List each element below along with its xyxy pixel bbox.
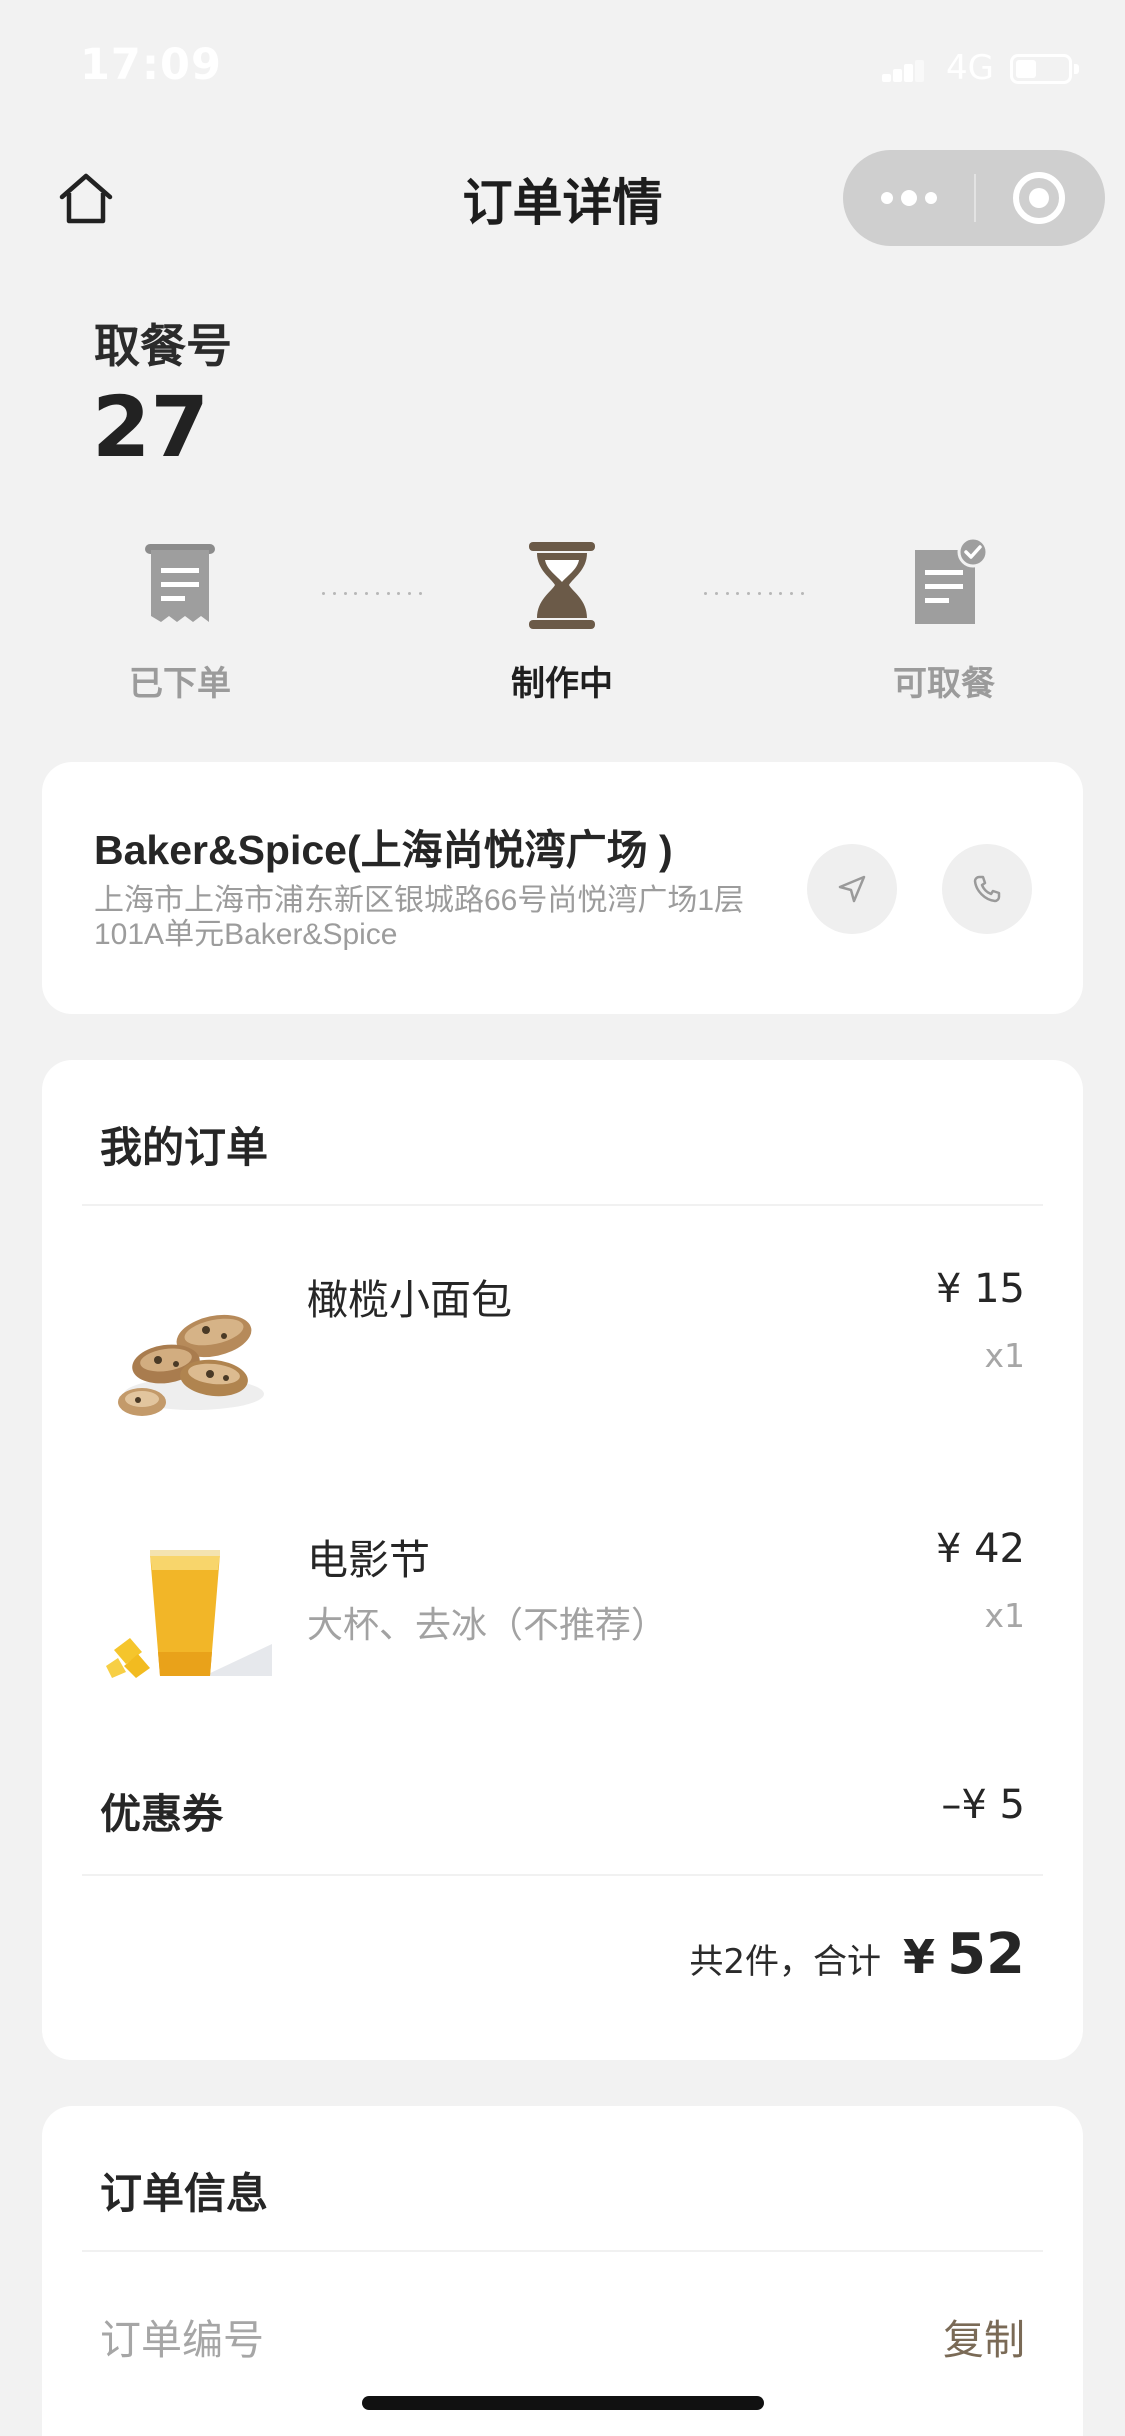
progress-dots bbox=[322, 592, 422, 596]
network-label: 4G bbox=[946, 48, 994, 88]
progress-dots bbox=[704, 592, 804, 596]
item-price: ¥ 15 bbox=[935, 1266, 1025, 1312]
coupon-label: 优惠券 bbox=[100, 1790, 223, 1838]
order-item: 电影节 大杯、去冰（不推荐） ¥ 42 x1 bbox=[42, 1526, 1083, 1726]
step-label-ready: 可取餐 bbox=[893, 664, 995, 704]
store-name: Baker&Spice(上海尚悦湾广场 ) bbox=[94, 827, 673, 873]
order-info-card: 订单信息 订单编号 复制 bbox=[42, 2106, 1083, 2436]
signal-icon bbox=[882, 60, 924, 82]
navigation-bar: 订单详情 bbox=[0, 135, 1125, 265]
coupon-value: –¥ 5 bbox=[941, 1782, 1025, 1828]
item-price: ¥ 42 bbox=[935, 1526, 1025, 1572]
olive-bread-image bbox=[94, 1266, 274, 1436]
order-item: 橄榄小面包 ¥ 15 x1 bbox=[42, 1266, 1083, 1466]
divider bbox=[82, 2250, 1043, 2252]
total-amount: 52 bbox=[947, 1922, 1025, 1987]
step-preparing: 制作中 bbox=[442, 530, 682, 705]
document-check-icon bbox=[889, 530, 999, 640]
phone-icon bbox=[973, 875, 1001, 903]
pickup-label: 取餐号 bbox=[94, 319, 232, 373]
order-number-label: 订单编号 bbox=[100, 2316, 264, 2364]
menu-capsule bbox=[843, 150, 1105, 246]
status-time: 17:09 bbox=[80, 40, 222, 90]
item-name: 电影节 bbox=[307, 1536, 430, 1584]
store-card: Baker&Spice(上海尚悦湾广场 ) 上海市上海市浦东新区银城路66号尚悦… bbox=[42, 762, 1083, 1014]
step-label-preparing: 制作中 bbox=[511, 664, 613, 704]
item-spec: 大杯、去冰（不推荐） bbox=[307, 1605, 668, 1646]
order-card: 我的订单 橄榄小面包 ¥ 15 x1 电影节 大杯、去冰（不推荐） ¥ 42 x… bbox=[42, 1060, 1083, 2060]
divider bbox=[82, 1874, 1043, 1876]
total-label: 共2件，合计 bbox=[689, 1942, 882, 1982]
home-indicator[interactable] bbox=[362, 2396, 764, 2410]
item-name: 橄榄小面包 bbox=[307, 1276, 512, 1324]
order-info-title: 订单信息 bbox=[100, 2169, 269, 2218]
copy-button[interactable]: 复制 bbox=[943, 2306, 1025, 2366]
call-button[interactable] bbox=[942, 844, 1032, 934]
total-currency: ¥ bbox=[903, 1930, 936, 1984]
store-address: 上海市上海市浦东新区银城路66号尚悦湾广场1层101A单元Baker&Spice bbox=[94, 884, 745, 951]
status-bar: 17:09 4G bbox=[0, 0, 1125, 135]
item-quantity: x1 bbox=[984, 1596, 1025, 1635]
hourglass-icon bbox=[507, 530, 617, 640]
step-label-ordered: 已下单 bbox=[129, 664, 231, 704]
receipt-icon bbox=[125, 530, 235, 640]
step-ordered: 已下单 bbox=[60, 530, 300, 705]
more-icon[interactable] bbox=[843, 150, 974, 246]
mango-drink-image bbox=[94, 1526, 274, 1696]
close-miniprogram-icon[interactable] bbox=[1013, 172, 1065, 224]
battery-icon bbox=[1010, 54, 1079, 84]
order-progress: 已下单 制作中 可取餐 bbox=[0, 530, 1125, 730]
capsule-divider bbox=[974, 174, 976, 222]
order-total: 共2件，合计 ¥ 52 bbox=[689, 1922, 1025, 1987]
navigate-button[interactable] bbox=[807, 844, 897, 934]
divider bbox=[82, 1204, 1043, 1206]
pickup-number: 27 bbox=[92, 378, 209, 476]
step-ready: 可取餐 bbox=[824, 530, 1064, 705]
item-quantity: x1 bbox=[984, 1336, 1025, 1375]
order-section-title: 我的订单 bbox=[100, 1123, 269, 1172]
navigation-arrow-icon bbox=[838, 875, 866, 903]
